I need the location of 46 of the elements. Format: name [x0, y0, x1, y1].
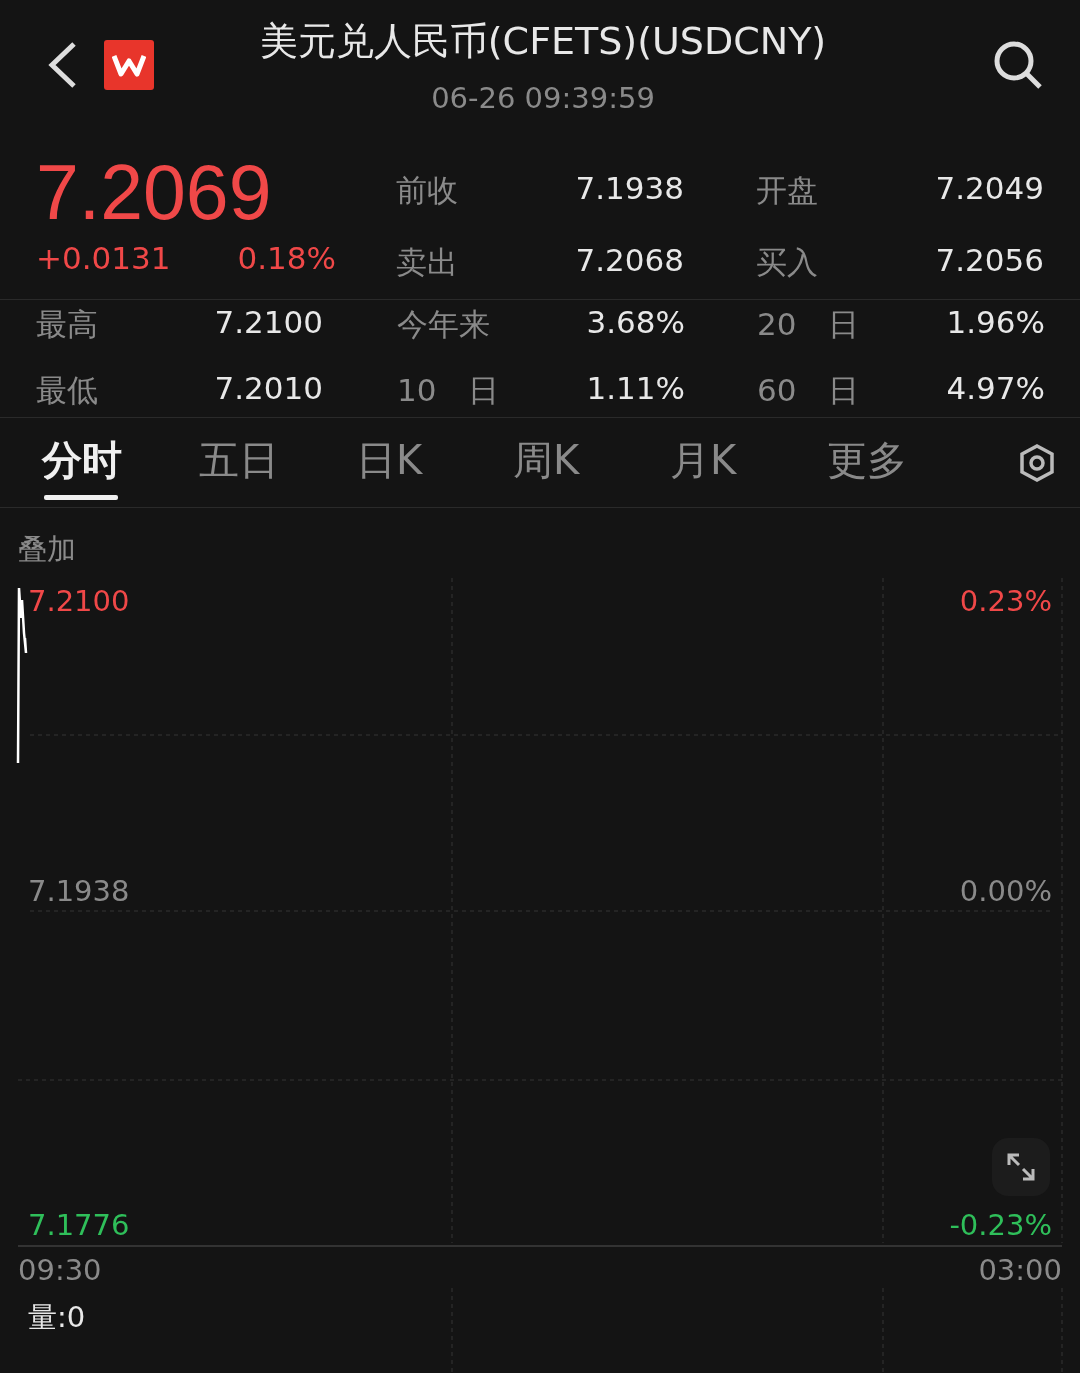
chart-tab[interactable]: 月K: [670, 425, 827, 500]
previous-close-label: 7.1938: [28, 874, 130, 908]
field-value: 7.1938: [574, 170, 684, 208]
stat-value: 7.2010: [213, 369, 323, 408]
field-value: 7.2056: [934, 242, 1044, 280]
chart-tab[interactable]: 周K: [513, 425, 670, 500]
stat-value: 4.97%: [945, 369, 1045, 408]
stat-label: 最低: [36, 370, 99, 410]
stat-value: 1.11%: [585, 369, 685, 408]
low-price-label: 7.1776: [28, 1208, 130, 1242]
chart-tab[interactable]: 日K: [356, 425, 513, 500]
low-percent-label: -0.23%: [949, 1208, 1052, 1242]
field-label: 前收: [396, 171, 459, 210]
expand-button[interactable]: [992, 1138, 1050, 1196]
search-button[interactable]: [992, 39, 1044, 91]
price-change: +0.0131: [36, 240, 171, 276]
expand-icon: [1005, 1151, 1037, 1183]
chart-tab[interactable]: 分时: [42, 425, 199, 500]
volume-label: 量:0: [28, 1299, 86, 1336]
quote-time: 06-26 09:39:59: [431, 80, 655, 115]
stat-value: 3.68%: [585, 303, 685, 342]
overlay-label[interactable]: 叠加: [18, 530, 76, 570]
instrument-title: 美元兑人民币(CFETS)(USDCNY): [259, 17, 827, 65]
stat-label: 60 日: [756, 370, 861, 410]
current-price: 7.2069: [36, 150, 273, 234]
field-label: 开盘: [755, 171, 819, 210]
field-value: 7.2068: [574, 242, 684, 280]
stat-label: 最高: [36, 304, 99, 344]
stat-value: 7.2100: [213, 303, 323, 342]
high-price-label: 7.2100: [28, 584, 130, 618]
field-value: 7.2049: [934, 170, 1044, 208]
chart-tab[interactable]: 五日: [199, 425, 356, 500]
start-time-label: 09:30: [18, 1253, 102, 1287]
field-label: 买入: [755, 243, 819, 282]
zero-percent-label: 0.00%: [959, 874, 1052, 908]
app-logo-icon: [104, 40, 154, 90]
stat-label: 20 日: [756, 304, 861, 344]
chart-tab[interactable]: 更多: [827, 425, 984, 500]
field-label: 卖出: [396, 243, 459, 282]
change-percent: 0.18%: [237, 240, 336, 276]
settings-button[interactable]: [1018, 442, 1056, 483]
stat-label: 10 日: [396, 370, 501, 410]
end-time-label: 03:00: [978, 1253, 1062, 1287]
stat-label: 今年来: [396, 304, 491, 344]
stat-value: 1.96%: [945, 303, 1045, 342]
high-percent-label: 0.23%: [959, 584, 1052, 618]
